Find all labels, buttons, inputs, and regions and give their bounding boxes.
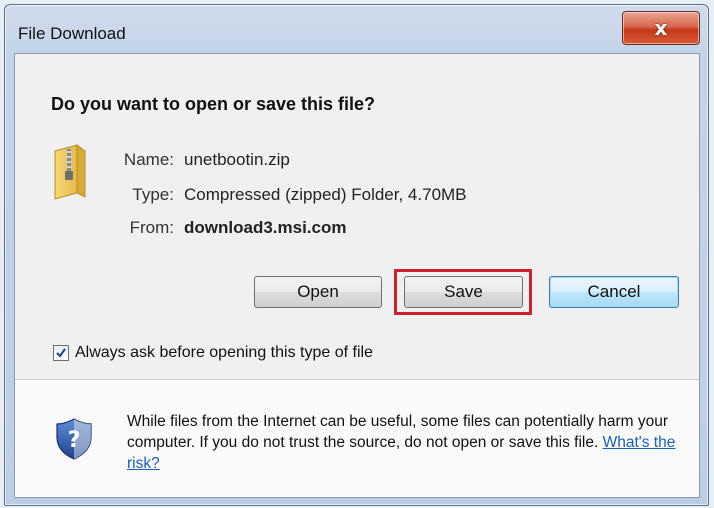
close-button[interactable]: x: [622, 11, 700, 45]
warning-footer: ? While files from the Internet can be u…: [15, 381, 699, 497]
close-icon: x: [654, 16, 668, 40]
warning-text-block: While files from the Internet can be use…: [127, 411, 687, 474]
file-type-row: Type: Compressed (zipped) Folder, 4.70MB: [99, 185, 467, 205]
file-name-value: unetbootin.zip: [184, 150, 290, 169]
save-button-label: Save: [444, 282, 483, 301]
cancel-button[interactable]: Cancel: [549, 276, 679, 308]
open-button-label: Open: [297, 282, 339, 301]
dialog-body: Do you want to open or save this file? N…: [14, 53, 700, 498]
file-source-row: From: download3.msi.com: [99, 218, 347, 238]
svg-text:?: ?: [68, 428, 81, 453]
save-button[interactable]: Save: [404, 276, 523, 308]
from-label: From:: [129, 218, 174, 237]
open-button[interactable]: Open: [254, 276, 382, 308]
window-title: File Download: [18, 24, 126, 43]
warning-text: While files from the Internet can be use…: [127, 413, 669, 451]
always-ask-label: Always ask before opening this type of f…: [75, 344, 373, 361]
shield-question-icon: ?: [55, 417, 93, 461]
title-bar[interactable]: File Download x: [5, 5, 708, 55]
type-label: Type:: [132, 185, 174, 204]
cancel-button-label: Cancel: [587, 282, 641, 301]
always-ask-option[interactable]: Always ask before opening this type of f…: [53, 344, 373, 362]
file-download-window: File Download x Do you want to open or s…: [4, 4, 709, 506]
always-ask-checkbox[interactable]: [53, 345, 69, 361]
file-type-value: Compressed (zipped) Folder, 4.70MB: [184, 185, 467, 204]
zip-folder-icon: [47, 141, 97, 201]
checkmark-icon: [56, 348, 66, 358]
file-source-value: download3.msi.com: [184, 218, 347, 237]
file-name-row: Name: unetbootin.zip: [99, 150, 290, 170]
name-label: Name:: [123, 150, 174, 169]
question-heading: Do you want to open or save this file?: [51, 94, 376, 114]
